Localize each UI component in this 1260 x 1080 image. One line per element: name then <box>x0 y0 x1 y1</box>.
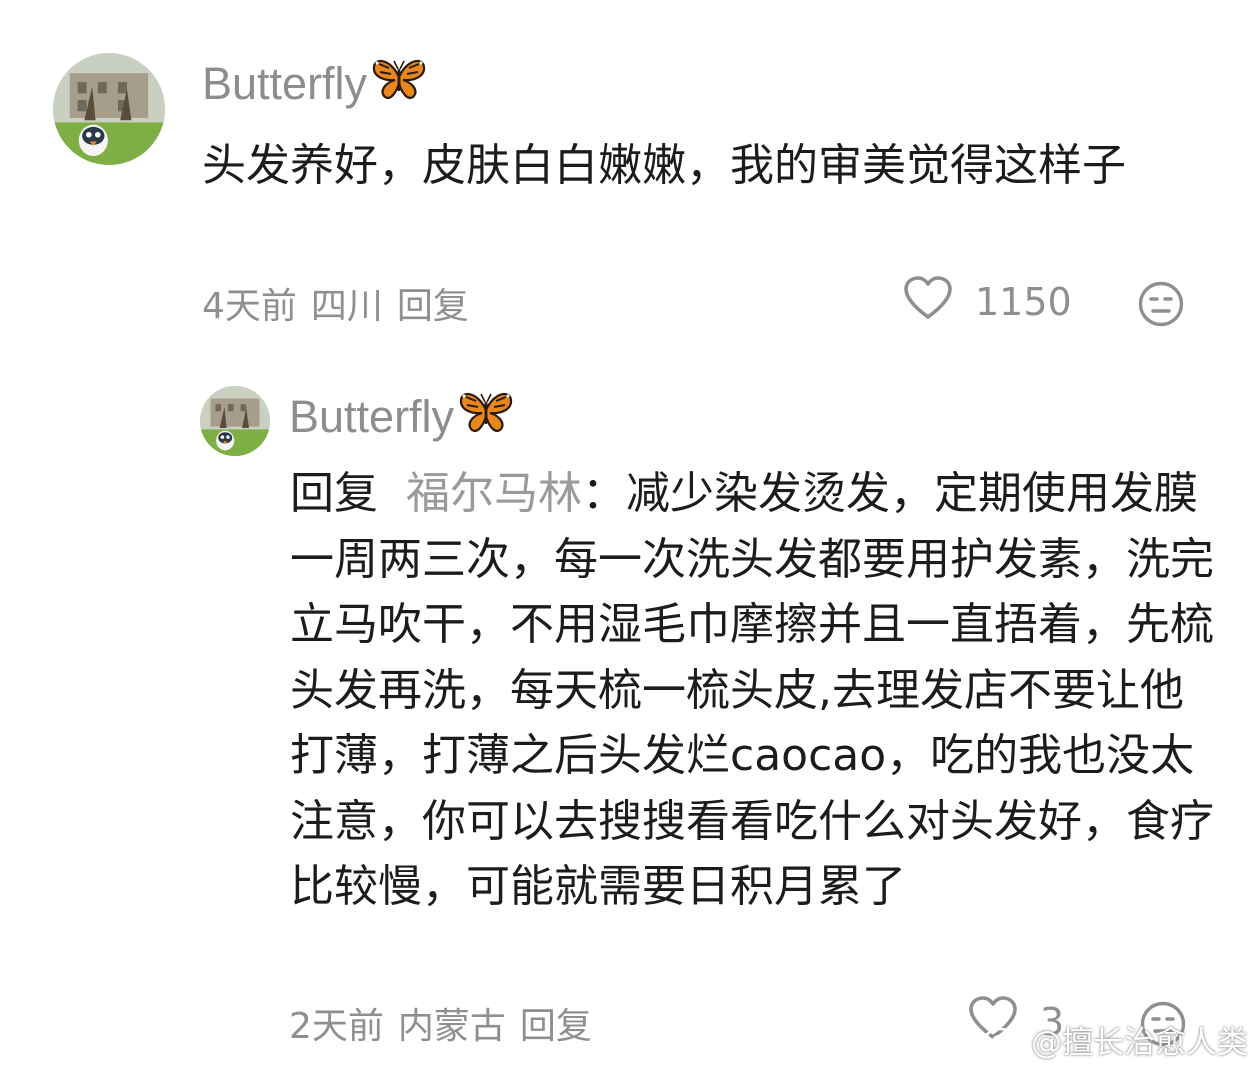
weibo-logo-icon <box>983 1019 1025 1061</box>
butterfly-emoji-icon <box>371 55 427 114</box>
like-count: 1150 <box>975 280 1072 324</box>
comment-location: 四川 <box>310 286 383 327</box>
like-button[interactable]: 1150 <box>903 275 1072 326</box>
comment-time: 4天前 <box>202 286 297 327</box>
comment-username[interactable]: Butterfly <box>202 56 427 112</box>
avatar-image <box>53 53 165 165</box>
butterfly-emoji-icon <box>458 388 514 447</box>
avatar[interactable] <box>53 53 165 165</box>
reply-meta: 2天前 内蒙古 回复 <box>289 997 592 1049</box>
avatar-image <box>200 386 270 456</box>
unhappy-face-icon[interactable] <box>1137 280 1185 332</box>
reply-location: 内蒙古 <box>397 1006 506 1047</box>
reply-button[interactable]: 回复 <box>520 997 592 1049</box>
reply-target-user[interactable]: 福尔马林 <box>406 468 582 519</box>
username-text: Butterfly <box>289 391 455 442</box>
reply-text: 回复 福尔马林：减少染发烫发，定期使用发膜一周两三次，每一次洗头发都要用护发素，洗… <box>290 461 1215 920</box>
reply-avatar[interactable] <box>200 386 270 456</box>
heart-outline-icon[interactable] <box>903 275 953 330</box>
watermark: @擅长治愈人类 <box>983 1017 1248 1062</box>
reply-time: 2天前 <box>289 1006 384 1047</box>
username-text: Butterfly <box>202 58 368 109</box>
comment-meta: 4天前 四川 回复 <box>202 277 469 329</box>
comment-text: 头发养好，皮肤白白嫩嫩，我的审美觉得这样子 <box>202 140 1126 191</box>
reply-button[interactable]: 回复 <box>397 277 469 329</box>
reply-body: ：减少染发烫发，定期使用发膜一周两三次，每一次洗头发都要用护发素，洗完立马吹干，… <box>290 468 1214 912</box>
reply-username[interactable]: Butterfly <box>289 388 514 446</box>
reply-prefix: 回复 <box>290 468 378 519</box>
watermark-text: @擅长治愈人类 <box>1031 1025 1248 1061</box>
